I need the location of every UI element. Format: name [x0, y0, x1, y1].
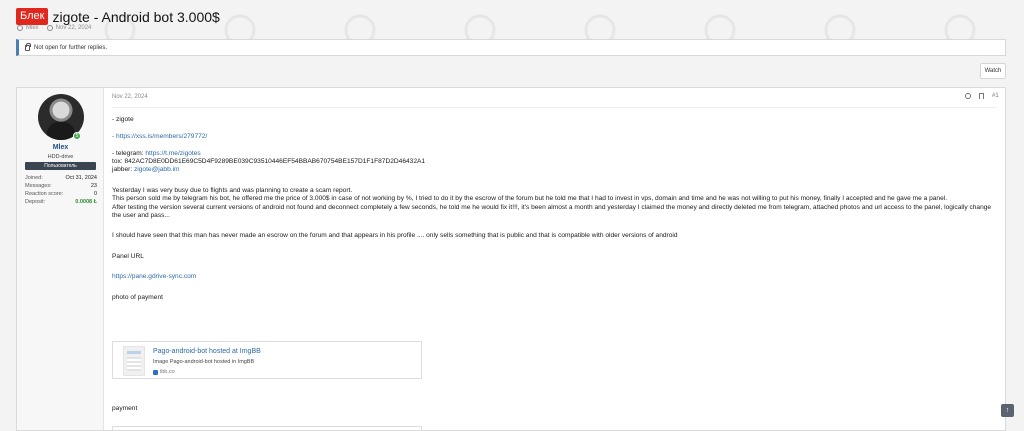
stat-reaction-score: Reaction score: 0 — [25, 190, 97, 198]
share-icon[interactable] — [965, 93, 971, 99]
panel-url-label: Panel URL — [112, 252, 144, 260]
locked-notice-text: Not open for further replies. — [34, 44, 108, 51]
locked-notice: Not open for further replies. — [16, 39, 1006, 56]
thread-author-link[interactable]: Mlex — [26, 25, 39, 31]
tox-line: tox: 842AC7D8E0DD61E69C5D4F9289BE039C935… — [112, 158, 426, 165]
bookmark-icon[interactable] — [979, 93, 984, 99]
stat-label: Reaction score: — [25, 191, 64, 197]
user-icon — [17, 25, 23, 31]
post-body: - zigote - https://xss.is/members/279772… — [112, 116, 1002, 302]
telegram-label: - telegram: — [112, 149, 146, 157]
jabber-link[interactable]: zigote@jabb.im — [134, 166, 180, 173]
thread-title: zigote - Android bot 3.000$ — [52, 8, 220, 25]
jabber-line: jabber: zigote@jabb.im — [112, 166, 1002, 174]
line-name: - zigote — [112, 116, 134, 123]
stat-label: Deposit: — [25, 199, 46, 205]
user-title: HDD-drive — [47, 154, 74, 160]
payment-label: payment — [112, 405, 138, 412]
embed-domain-text: ibb.co — [160, 369, 175, 375]
paragraph-1: Yesterday I was very busy due to flights… — [112, 186, 353, 194]
stat-joined: Joined: Oct 31, 2024 — [25, 174, 97, 182]
thread-title-row: Блек zigote - Android bot 3.000$ — [16, 8, 220, 25]
telegram-line: - telegram: https://t.me/zigotes — [112, 150, 1002, 158]
stat-value: Oct 31, 2024 — [65, 175, 98, 181]
stat-messages: Messages: 23 — [25, 182, 97, 190]
stat-value: 0 — [93, 191, 97, 197]
photo-label: photo of payment — [112, 293, 163, 301]
link-embed-card[interactable]: Pago-android-bot hosted at ImgBB Image P… — [112, 341, 422, 379]
panel-url-link[interactable]: https://pane.gdrive-sync.com — [112, 273, 1002, 281]
user-level-badge: 5 — [73, 132, 81, 140]
stat-label: Joined: — [25, 175, 43, 181]
embed-domain: ibb.co — [153, 369, 175, 375]
clock-icon — [46, 25, 53, 31]
thread-date-link[interactable]: Nov 22, 2024 — [56, 25, 92, 31]
username-link[interactable]: Mlex — [17, 144, 104, 151]
watch-button[interactable]: Watch — [980, 63, 1006, 79]
stat-label: Messages: — [25, 183, 52, 189]
embed-title-link[interactable]: Pago-android-bot hosted at ImgBB — [153, 348, 261, 355]
thread-meta: Mlex · Nov 22, 2024 — [17, 25, 91, 31]
embed-description: Image Pago-android-bot hosted in ImgBB — [153, 359, 255, 365]
post-message: 5 Mlex HDD-drive Пользователь Joined: Oc… — [16, 87, 1006, 431]
thread-prefix-badge[interactable]: Блек — [16, 8, 49, 25]
stat-deposit: Deposit: 0.0008 Ł — [25, 198, 97, 206]
post-number-link[interactable]: #1 — [992, 93, 999, 99]
telegram-link[interactable]: https://t.me/zigotes — [145, 150, 200, 157]
ibb-favicon-icon — [153, 369, 158, 375]
stat-value[interactable]: 23 — [91, 182, 97, 190]
paragraph-4: I should have seen that this man has nev… — [112, 232, 678, 240]
user-banner: Пользователь — [25, 162, 96, 170]
link-embed-card-2[interactable] — [112, 426, 422, 431]
profile-link[interactable]: - https://xss.is/members/279772/ — [112, 133, 1002, 141]
meta-separator: · — [41, 25, 44, 31]
paragraph-2: This person sold me by telegram his bot,… — [112, 195, 948, 203]
scroll-to-top-button[interactable]: ↑ — [1001, 404, 1014, 417]
paragraph-3: After testing the version several curren… — [112, 203, 992, 220]
stat-value: 0.0008 Ł — [75, 199, 97, 205]
post-user-cell: 5 Mlex HDD-drive Пользователь Joined: Oc… — [17, 88, 104, 430]
user-stats: Joined: Oct 31, 2024 Messages: 23 Reacti… — [25, 174, 97, 206]
post-divider — [112, 107, 997, 108]
lock-icon — [25, 42, 31, 51]
post-date-link[interactable]: Nov 22, 2024 — [112, 94, 148, 100]
embed-thumbnail[interactable] — [123, 346, 145, 376]
post-actions: #1 — [965, 93, 999, 99]
jabber-label: jabber: — [112, 166, 134, 174]
